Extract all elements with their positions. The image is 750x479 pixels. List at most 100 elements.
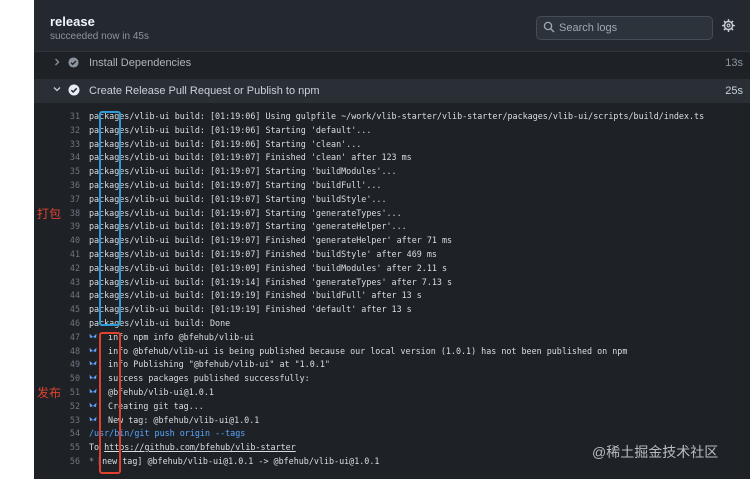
butterfly-icon xyxy=(89,416,97,424)
line-number[interactable]: 53 xyxy=(66,414,80,428)
butterfly-icon xyxy=(89,361,97,368)
log-line: 49 info Publishing "@bfehub/vlib-ui" at … xyxy=(34,358,750,372)
log-line: 34 packages/vlib-ui build: [01:19:07] Fin… xyxy=(34,151,750,165)
line-number[interactable]: 33 xyxy=(66,138,80,152)
log-text-content: packages/vlib-ui build: [01:19:07] Start… xyxy=(89,166,397,177)
log-text: packages/vlib-ui build: [01:19:19] Finis… xyxy=(89,289,422,303)
log-text-content: [new tag] @bfehub/vlib-ui@1.0.1 -> @bfeh… xyxy=(97,455,380,466)
line-number[interactable]: 32 xyxy=(66,124,80,138)
chevron-down-icon xyxy=(53,87,61,92)
line-number[interactable]: 43 xyxy=(66,276,80,290)
log-text-content: packages/vlib-ui build: [01:19:07] Finis… xyxy=(89,248,437,259)
line-number[interactable]: 40 xyxy=(66,234,80,248)
line-number[interactable]: 36 xyxy=(66,179,80,193)
log-text-content: packages/vlib-ui build: [01:19:19] Finis… xyxy=(89,290,422,301)
log-text: packages/vlib-ui build: [01:19:09] Finis… xyxy=(89,262,447,276)
line-number[interactable]: 44 xyxy=(66,289,80,303)
line-number[interactable]: 49 xyxy=(66,358,80,372)
log-text-content: info npm info @bfehub/vlib-ui xyxy=(103,331,255,342)
log-text: packages/vlib-ui build: [01:19:07] Start… xyxy=(89,179,381,193)
log-text: packages/vlib-ui build: [01:19:07] Start… xyxy=(89,165,397,179)
line-number[interactable]: 42 xyxy=(66,262,80,276)
log-text: info @bfehub/vlib-ui is being published … xyxy=(89,345,627,359)
log-text: packages/vlib-ui build: [01:19:07] Start… xyxy=(89,193,387,207)
log-line: 37 packages/vlib-ui build: [01:19:07] Sta… xyxy=(34,193,750,207)
line-number[interactable]: 56 xyxy=(66,455,80,469)
log-text: packages/vlib-ui build: [01:19:14] Finis… xyxy=(89,276,452,290)
line-number[interactable]: 31 xyxy=(66,110,80,124)
log-text: packages/vlib-ui build: [01:19:07] Start… xyxy=(89,220,407,234)
log-line: 51 @bfehub/vlib-ui@1.0.1 xyxy=(34,386,750,400)
log-text: packages/vlib-ui build: [01:19:06] Start… xyxy=(89,138,361,152)
log-line: 50 success packages published successful… xyxy=(34,372,750,386)
publish-annotation: 发布 xyxy=(37,386,62,400)
line-number[interactable]: 34 xyxy=(66,151,80,165)
line-number[interactable]: 41 xyxy=(66,248,80,262)
search-logs-input[interactable]: Search logs xyxy=(536,16,713,40)
log-line: 46 packages/vlib-ui build: Done xyxy=(34,317,750,331)
log-text-content: packages/vlib-ui build: [01:19:07] Finis… xyxy=(89,235,453,246)
line-number[interactable]: 51 xyxy=(66,386,80,400)
line-number[interactable]: 48 xyxy=(66,345,80,359)
step-duration: 13s xyxy=(725,57,743,69)
build-lines-highlight xyxy=(99,111,121,326)
log-text-content: packages/vlib-ui build: [01:19:06] Start… xyxy=(89,138,362,149)
line-number[interactable]: 52 xyxy=(66,400,80,414)
log-text-content: packages/vlib-ui build: [01:19:06] Start… xyxy=(89,124,372,135)
log-line: 42 packages/vlib-ui build: [01:19:09] Fin… xyxy=(34,262,750,276)
line-number[interactable]: 45 xyxy=(66,303,80,317)
log-text-content: info Publishing "@bfehub/vlib-ui" at "1.… xyxy=(103,359,330,370)
repo-link[interactable]: https://github.com/bfehub/vlib-starter xyxy=(104,442,296,452)
log-text: * [new tag] @bfehub/vlib-ui@1.0.1 -> @bfe… xyxy=(89,455,379,469)
log-text-content: info @bfehub/vlib-ui is being published … xyxy=(103,345,628,356)
gear-icon[interactable] xyxy=(722,19,735,32)
butterfly-icon xyxy=(89,388,97,396)
log-line: 45 packages/vlib-ui build: [01:19:19] Fin… xyxy=(34,303,750,317)
log-line: 40 packages/vlib-ui build: [01:19:07] Fin… xyxy=(34,234,750,248)
line-number[interactable]: 35 xyxy=(66,165,80,179)
log-output: 31 packages/vlib-ui build: [01:19:06] Usi… xyxy=(34,110,750,469)
butterfly-icon xyxy=(89,347,97,355)
line-number[interactable]: 39 xyxy=(66,220,80,234)
log-text: packages/vlib-ui build: [01:19:07] Finis… xyxy=(89,151,412,165)
log-line: 41 packages/vlib-ui build: [01:19:07] Fin… xyxy=(34,248,750,262)
log-line: 39 packages/vlib-ui build: [01:19:07] Sta… xyxy=(34,220,750,234)
log-line: 52 Creating git tag... xyxy=(34,400,750,414)
step-create-release[interactable]: Create Release Pull Request or Publish t… xyxy=(34,79,750,103)
line-number[interactable]: 38 xyxy=(66,207,80,221)
log-line: 32 packages/vlib-ui build: [01:19:06] Sta… xyxy=(34,124,750,138)
build-annotation: 打包 xyxy=(37,207,62,221)
chevron-right-icon xyxy=(55,58,60,66)
check-circle-icon xyxy=(68,84,80,96)
check-circle-icon xyxy=(68,57,79,68)
log-text-content: New tag: @bfehub/vlib-ui@1.0.1 xyxy=(103,414,260,425)
line-number[interactable]: 37 xyxy=(66,193,80,207)
watermark: @稀土掘金技术社区 xyxy=(592,444,719,460)
log-line: 43 packages/vlib-ui build: [01:19:14] Fin… xyxy=(34,276,750,290)
log-line: 48 info @bfehub/vlib-ui is being publish… xyxy=(34,345,750,359)
line-number[interactable]: 55 xyxy=(66,441,80,455)
line-number[interactable]: 46 xyxy=(66,317,80,331)
log-text: packages/vlib-ui build: [01:19:06] Using… xyxy=(89,110,704,124)
log-line: 31 packages/vlib-ui build: [01:19:06] Usi… xyxy=(34,110,750,124)
log-text-content: packages/vlib-ui build: [01:19:19] Finis… xyxy=(89,304,412,315)
log-text: packages/vlib-ui build: [01:19:06] Start… xyxy=(89,124,371,138)
step-install-dependencies[interactable]: Install Dependencies 13s xyxy=(34,52,750,72)
job-title: release xyxy=(50,14,95,29)
log-text-content: packages/vlib-ui build: [01:19:07] Start… xyxy=(89,193,387,204)
log-panel: release succeeded now in 45s Search logs xyxy=(34,0,750,479)
job-header: release succeeded now in 45s Search logs xyxy=(34,0,750,52)
log-text-content: packages/vlib-ui build: [01:19:14] Finis… xyxy=(89,276,453,287)
search-placeholder: Search logs xyxy=(559,22,618,34)
log-text: info Publishing "@bfehub/vlib-ui" at "1.… xyxy=(89,358,330,372)
log-text-content: packages/vlib-ui build: [01:19:07] Start… xyxy=(89,221,407,232)
line-number[interactable]: 54 xyxy=(66,427,80,441)
line-number[interactable]: 47 xyxy=(66,331,80,345)
log-line: 47 info npm info @bfehub/vlib-ui xyxy=(34,331,750,345)
log-text-content: packages/vlib-ui build: [01:19:07] Start… xyxy=(89,179,382,190)
butterfly-icon xyxy=(89,402,97,410)
log-text: packages/vlib-ui build: [01:19:07] Finis… xyxy=(89,234,452,248)
step-label: Install Dependencies xyxy=(89,57,192,69)
log-line: 38 packages/vlib-ui build: [01:19:07] Sta… xyxy=(34,207,750,221)
line-number[interactable]: 50 xyxy=(66,372,80,386)
